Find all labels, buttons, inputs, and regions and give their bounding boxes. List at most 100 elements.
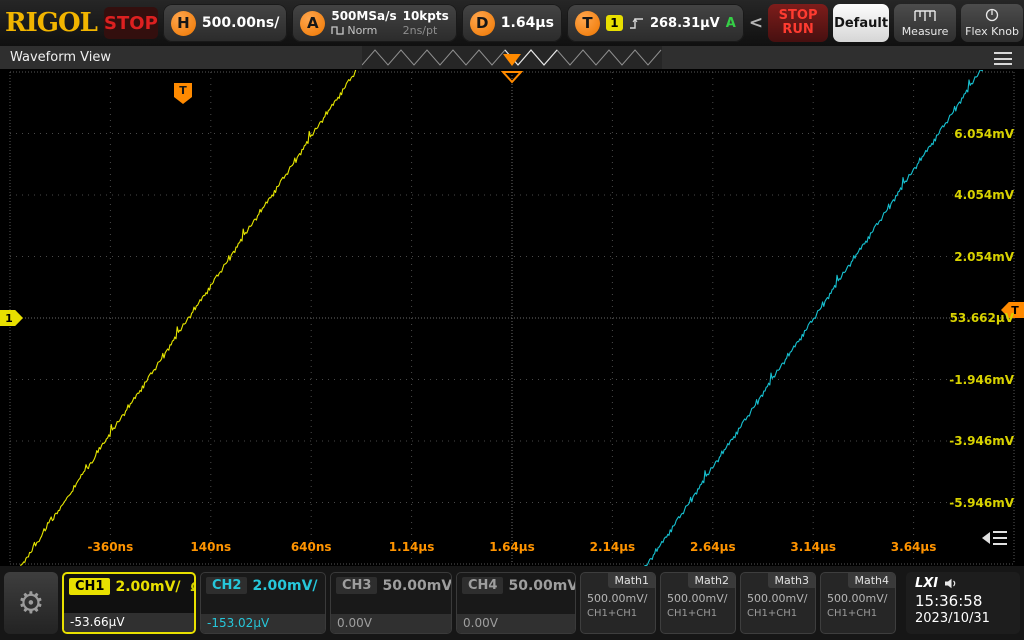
- status-box[interactable]: LXI 15:36:58 2023/10/31: [906, 572, 1020, 634]
- acquisition-settings-pill[interactable]: A 500MSa/s Norm 10kpts 2ns/pt: [292, 4, 456, 42]
- math2-box[interactable]: Math2 500.00mV/ CH1+CH1: [660, 572, 736, 634]
- ch3-tab[interactable]: CH3: [336, 577, 377, 594]
- ch1-tab[interactable]: CH1: [69, 578, 110, 595]
- memory-depth: 10kpts: [403, 9, 449, 23]
- waveform-display: T 1 T -360ns140ns640ns1.14µs1.64µs2.14µs…: [0, 70, 1024, 566]
- ch3-scale: 50.00mV/: [382, 578, 452, 594]
- knob-icon: [984, 8, 1000, 22]
- ch2-tab[interactable]: CH2: [206, 577, 247, 594]
- memory-depth-column: 10kpts 2ns/pt: [403, 9, 449, 37]
- timebase-value: 500.00ns/: [202, 15, 279, 31]
- x-axis-label: 3.64µs: [891, 540, 937, 554]
- waveform-view-title: Waveform View: [10, 50, 111, 65]
- math2-expr: CH1+CH1: [661, 605, 735, 619]
- math1-tab: Math1: [608, 573, 655, 588]
- ch4-scale: 50.00mV/: [508, 578, 576, 594]
- measure-label: Measure: [902, 25, 949, 38]
- x-axis-label: 2.64µs: [690, 540, 736, 554]
- trigger-coupling: A: [726, 16, 736, 31]
- menu-line: [994, 52, 1012, 54]
- channel-box-ch2[interactable]: CH2 2.00mV/ -153.02µV: [200, 572, 326, 634]
- ch2-offset: -153.02µV: [201, 614, 325, 633]
- ch4-tab[interactable]: CH4: [462, 577, 503, 594]
- channel-box-ch3[interactable]: CH3 50.00mV/ 0.00V: [330, 572, 452, 634]
- oscilloscope-screen: RIGOL STOP H 500.00ns/ A 500MSa/s Norm 1…: [0, 0, 1024, 640]
- x-axis-label: 1.64µs: [489, 540, 535, 554]
- run-label: RUN: [782, 23, 813, 37]
- y-axis-label: 53.662µV: [950, 311, 1014, 325]
- speaker-icon: [944, 578, 957, 589]
- stop-run-button[interactable]: STOP RUN: [768, 4, 828, 42]
- math4-box[interactable]: Math4 500.00mV/ CH1+CH1: [820, 572, 896, 634]
- math4-scale: 500.00mV/: [821, 588, 895, 605]
- a-badge: A: [300, 11, 325, 36]
- gear-icon: ⚙: [18, 586, 45, 621]
- math1-box[interactable]: Math1 500.00mV/ CH1+CH1: [580, 572, 656, 634]
- menu-line: [994, 63, 1012, 65]
- waveform-preview-strip[interactable]: [362, 46, 662, 70]
- lxi-label: LXI: [915, 576, 938, 591]
- math2-scale: 500.00mV/: [661, 588, 735, 605]
- run-state-indicator[interactable]: STOP: [104, 7, 158, 39]
- trigger-level-value: 268.31µV: [650, 16, 720, 31]
- ch1-scale: 2.00mV/: [115, 579, 180, 595]
- x-axis-label: 640ns: [291, 540, 332, 554]
- impedance-icon: Ω: [191, 580, 196, 594]
- clock-date: 2023/10/31: [915, 611, 1011, 626]
- menu-icon[interactable]: [994, 52, 1012, 65]
- sample-rate: 500MSa/s: [331, 9, 396, 23]
- trigger-source-chip: 1: [606, 15, 623, 31]
- x-axis-label: 2.14µs: [590, 540, 636, 554]
- horizontal-settings-pill[interactable]: H 500.00ns/: [163, 4, 287, 42]
- ch4-offset: 0.00V: [457, 614, 575, 633]
- acq-mode: Norm: [347, 24, 377, 37]
- chevron-left-icon[interactable]: <: [749, 13, 763, 33]
- y-axis-label: 6.054mV: [954, 127, 1014, 141]
- x-axis-label: 140ns: [190, 540, 231, 554]
- math2-tab: Math2: [688, 573, 735, 588]
- delay-position-marker[interactable]: [500, 70, 524, 84]
- math1-expr: CH1+CH1: [581, 605, 655, 619]
- square-wave-icon: [331, 25, 344, 36]
- default-button[interactable]: Default: [833, 4, 889, 42]
- y-axis-label: 4.054mV: [954, 188, 1014, 202]
- waveform-view-bar: Waveform View: [0, 46, 1024, 70]
- math3-box[interactable]: Math3 500.00mV/ CH1+CH1: [740, 572, 816, 634]
- trigger-settings-pill[interactable]: T 1 268.31µV A: [567, 4, 744, 42]
- y-axis-label: 2.054mV: [954, 250, 1014, 264]
- y-axis-label: -5.946mV: [949, 496, 1014, 510]
- x-axis-label: 3.14µs: [790, 540, 836, 554]
- measure-icon: [914, 9, 936, 22]
- y-axis-label: -1.946mV: [949, 373, 1014, 387]
- delay-value: 1.64µs: [501, 15, 554, 31]
- math3-expr: CH1+CH1: [741, 605, 815, 619]
- channel-box-ch1[interactable]: CH1 2.00mV/ Ω -53.66µV: [62, 572, 196, 634]
- rigol-logo: RIGOL: [5, 8, 99, 38]
- rising-edge-icon: [629, 16, 644, 30]
- delay-settings-pill[interactable]: D 1.64µs: [462, 4, 562, 42]
- measure-button[interactable]: Measure: [894, 4, 956, 42]
- stop-label: STOP: [779, 9, 818, 23]
- ch2-scale: 2.00mV/: [252, 578, 317, 594]
- graticule-menu-icon[interactable]: [982, 528, 1008, 548]
- bottom-bar: ⚙ CH1 2.00mV/ Ω -53.66µV CH2 2.00mV/ -15…: [0, 566, 1024, 640]
- t-badge: T: [575, 11, 600, 36]
- settings-gear-button[interactable]: ⚙: [4, 572, 58, 634]
- flex-knob-button[interactable]: Flex Knob: [961, 4, 1023, 42]
- trigger-position-flag[interactable]: T: [174, 83, 192, 97]
- x-axis-label: -360ns: [88, 540, 134, 554]
- math4-expr: CH1+CH1: [821, 605, 895, 619]
- math1-scale: 500.00mV/: [581, 588, 655, 605]
- y-axis-label: -3.946mV: [949, 434, 1014, 448]
- math4-tab: Math4: [848, 573, 895, 588]
- default-label: Default: [834, 16, 888, 31]
- x-axis-label: 1.14µs: [389, 540, 435, 554]
- channel-box-ch4[interactable]: CH4 50.00mV/ 0.00V: [456, 572, 576, 634]
- d-badge: D: [470, 11, 495, 36]
- menu-line: [994, 58, 1012, 60]
- ch3-offset: 0.00V: [331, 614, 451, 633]
- sample-rate-column: 500MSa/s Norm: [331, 9, 396, 37]
- waveform-canvas: [0, 70, 1024, 566]
- sample-resolution: 2ns/pt: [403, 24, 449, 37]
- preview-waveform: [362, 46, 662, 70]
